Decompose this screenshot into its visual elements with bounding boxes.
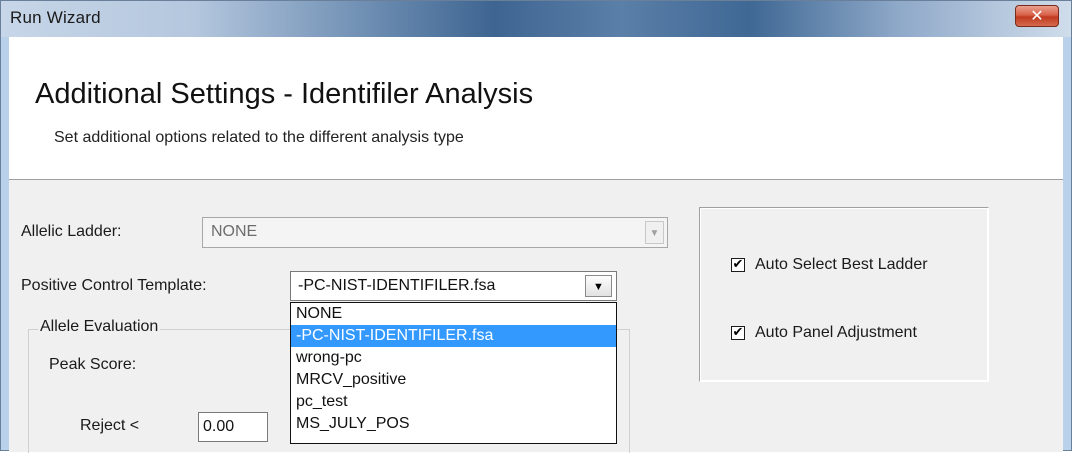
wizard-content: Additional Settings - Identifiler Analys…	[9, 37, 1063, 453]
title-bar[interactable]: Run Wizard ✕	[1, 1, 1071, 37]
dropdown-option[interactable]: MRCV_positive	[291, 369, 616, 391]
reject-label: Reject <	[80, 417, 140, 434]
allelic-ladder-value: NONE	[211, 223, 258, 240]
page-subtitle: Set additional options related to the di…	[54, 129, 464, 146]
dropdown-option[interactable]: pc_test	[291, 391, 616, 413]
positive-control-value: -PC-NIST-IDENTIFILER.fsa	[298, 277, 496, 294]
dropdown-option-selected[interactable]: -PC-NIST-IDENTIFILER.fsa	[291, 325, 616, 347]
close-button[interactable]: ✕	[1015, 5, 1059, 27]
auto-panel-adjustment-checkbox[interactable]: ✔	[731, 326, 745, 340]
wizard-header: Additional Settings - Identifiler Analys…	[9, 37, 1063, 180]
allele-evaluation-title: Allele Evaluation	[38, 318, 161, 336]
dropdown-option[interactable]: wrong-pc	[291, 347, 616, 369]
window-title: Run Wizard	[10, 8, 101, 27]
auto-panel-adjustment-label: Auto Panel Adjustment	[755, 324, 917, 341]
close-icon: ✕	[1030, 6, 1044, 25]
chevron-down-icon[interactable]: ▼	[585, 275, 612, 297]
chevron-down-icon: ▼	[645, 221, 664, 244]
positive-control-dropdown-list[interactable]: NONE -PC-NIST-IDENTIFILER.fsa wrong-pc M…	[290, 302, 617, 444]
positive-control-select[interactable]: -PC-NIST-IDENTIFILER.fsa ▼	[290, 271, 617, 301]
reject-threshold-input[interactable]: 0.00	[198, 412, 268, 442]
dropdown-option[interactable]: NONE	[291, 303, 616, 325]
dropdown-option[interactable]: MS_JULY_POS	[291, 413, 616, 435]
options-panel	[699, 207, 989, 382]
positive-control-label: Positive Control Template:	[21, 277, 207, 294]
auto-select-best-ladder-label: Auto Select Best Ladder	[755, 256, 928, 273]
peak-score-label: Peak Score:	[49, 356, 137, 373]
check-icon: ✔	[732, 325, 744, 340]
allelic-ladder-select[interactable]: NONE ▼	[202, 217, 668, 248]
auto-select-best-ladder-checkbox[interactable]: ✔	[731, 258, 745, 272]
page-title: Additional Settings - Identifiler Analys…	[35, 78, 534, 110]
run-wizard-window: Run Wizard ✕ Additional Settings - Ident…	[0, 0, 1072, 453]
allelic-ladder-label: Allelic Ladder:	[21, 223, 122, 240]
check-icon: ✔	[732, 257, 744, 272]
reject-threshold-value: 0.00	[203, 418, 235, 435]
